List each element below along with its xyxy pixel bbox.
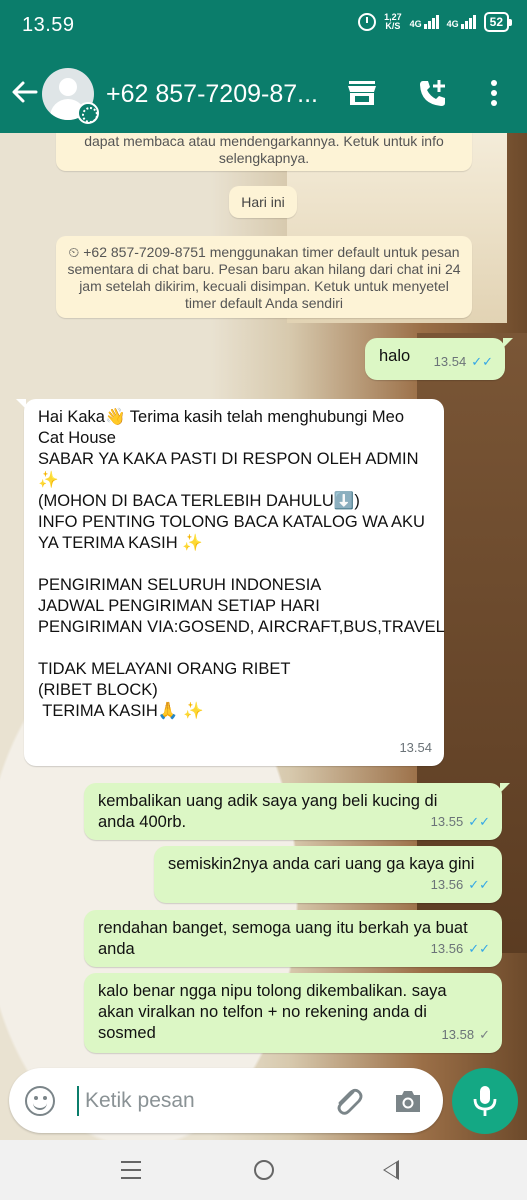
disappearing-timer-icon — [77, 102, 99, 124]
message-text: JADWAL PENGIRIMAN SETIAP HARI — [38, 597, 320, 615]
message-time: 13.56 — [430, 877, 464, 892]
network-speed: 1,27 K/S — [384, 13, 402, 31]
message-text: akan viralkan no telfon + no rekening an… — [98, 1003, 427, 1021]
message-text: kembalikan uang adik saya yang beli kuci… — [98, 792, 438, 810]
double-check-read-icon: ✓✓ — [468, 814, 490, 829]
message-time: 13.54 — [433, 354, 467, 369]
double-check-read-icon: ✓✓ — [468, 941, 490, 956]
message-text: (RIBET BLOCK) — [38, 681, 158, 699]
more-options-icon[interactable] — [490, 80, 498, 108]
message-composer — [9, 1068, 443, 1133]
timer-line: sementara di chat baru. Pesan baru akan … — [67, 261, 461, 277]
encryption-notice[interactable]: dapat membaca atau mendengarkannya. Ketu… — [56, 133, 472, 171]
battery-icon: 52 — [483, 12, 513, 32]
store-icon[interactable] — [347, 80, 377, 106]
message-outgoing[interactable]: kembalikan uang adik saya yang beli kuci… — [84, 783, 510, 840]
message-text: TIDAK MELAYANI ORANG RIBET — [38, 660, 291, 678]
camera-icon[interactable] — [393, 1086, 423, 1116]
message-text — [38, 638, 430, 659]
message-text: TERIMA KASIH🙏 ✨ — [38, 702, 204, 720]
emoji-icon[interactable] — [25, 1086, 55, 1116]
chat-area[interactable]: dapat membaca atau mendengarkannya. Ketu… — [0, 133, 527, 1140]
status-bar: 13.59 1,27 K/S 4G 4G 52 — [0, 0, 527, 52]
message-time: 13.56 — [430, 941, 464, 956]
message-text: Hai Kaka👋 Terima kasih telah menghubungi… — [38, 408, 405, 426]
alarm-icon — [358, 13, 377, 31]
encryption-line: dapat membaca atau mendengarkannya. Ketu… — [84, 133, 444, 149]
timer-line: jam setelah dikirim, kecuali disimpan. K… — [79, 278, 449, 294]
message-text: kalo benar ngga nipu tolong dikembalikan… — [98, 982, 447, 1000]
back-arrow-icon[interactable] — [10, 78, 38, 106]
timer-notice[interactable]: ⏲ +62 857-7209-8751 menggunakan timer de… — [56, 236, 472, 318]
message-text: anda 400rb. — [98, 813, 187, 831]
message-text — [38, 554, 430, 575]
message-outgoing[interactable]: halo 13.54 ✓✓ — [365, 338, 513, 380]
home-icon[interactable] — [254, 1160, 274, 1180]
status-time: 13.59 — [22, 14, 75, 36]
message-text: semiskin2nya anda cari uang ga kaya gini — [168, 855, 475, 873]
message-text: rendahan banget, semoga uang itu berkah … — [98, 919, 468, 937]
message-meta: 13.54 — [399, 737, 432, 758]
message-text: anda — [98, 940, 135, 958]
add-call-icon[interactable] — [417, 78, 449, 108]
network-type-1: 4G — [409, 19, 422, 29]
chat-header: +62 857-7209-87... — [0, 52, 527, 133]
message-meta: 13.54 ✓✓ — [434, 351, 493, 372]
timer-line: ⏲ +62 857-7209-8751 menggunakan timer de… — [68, 244, 460, 260]
message-text: YA TERIMA KASIH ✨ — [38, 534, 203, 552]
message-text: ✨ — [38, 471, 59, 489]
battery-level: 52 — [489, 15, 503, 29]
single-check-sent-icon: ✓ — [479, 1027, 490, 1042]
status-icons: 1,27 K/S 4G 4G 52 — [358, 12, 513, 32]
signal-bars-icon — [460, 15, 476, 29]
microphone-icon — [473, 1086, 497, 1116]
message-text: INFO PENTING TOLONG BACA KATALOG WA AKU — [38, 513, 425, 531]
avatar-head — [59, 78, 77, 96]
double-check-read-icon: ✓✓ — [468, 877, 490, 892]
message-meta: 13.58 ✓ — [442, 1024, 490, 1045]
back-icon[interactable] — [383, 1160, 399, 1180]
message-time: 13.58 — [441, 1027, 475, 1042]
message-time: 13.55 — [430, 814, 464, 829]
message-outgoing[interactable]: rendahan banget, semoga uang itu berkah … — [84, 910, 502, 967]
double-check-read-icon: ✓✓ — [471, 354, 493, 369]
microphone-button[interactable] — [452, 1068, 518, 1134]
message-incoming[interactable]: Hai Kaka👋 Terima kasih telah menghubungi… — [16, 399, 445, 766]
message-text: SABAR YA KAKA PASTI DI RESPON OLEH ADMIN — [38, 450, 419, 468]
paperclip-icon[interactable] — [331, 1084, 365, 1118]
message-meta: 13.56 ✓✓ — [431, 938, 490, 959]
date-chip: Hari ini — [229, 186, 297, 218]
network-speed-unit: K/S — [385, 21, 401, 31]
message-time: 13.54 — [399, 740, 432, 755]
top-bar: 13.59 1,27 K/S 4G 4G 52 +62 857-7209-87.… — [0, 0, 527, 133]
message-outgoing[interactable]: kalo benar ngga nipu tolong dikembalikan… — [84, 973, 502, 1053]
signal-bars-icon — [423, 15, 439, 29]
timer-line: timer default Anda sendiri — [185, 295, 343, 311]
message-outgoing[interactable]: semiskin2nya anda cari uang ga kaya gini… — [154, 846, 502, 903]
message-input[interactable] — [85, 1086, 315, 1116]
message-text: (MOHON DI BACA TERLEBIH DAHULU⬇️) — [38, 492, 360, 510]
contact-name[interactable]: +62 857-7209-87... — [106, 80, 318, 109]
message-text: sosmed — [98, 1024, 156, 1042]
system-nav-bar — [0, 1140, 527, 1200]
encryption-line: selengkapnya. — [218, 150, 310, 166]
network-type-2: 4G — [446, 19, 459, 29]
message-text: PENGIRIMAN VIA:GOSEND, AIRCRAFT,BUS,TRAV… — [38, 618, 445, 636]
text-caret — [77, 1086, 79, 1116]
signal-2: 4G — [447, 15, 476, 29]
message-meta: 13.56 ✓✓ — [431, 874, 490, 895]
message-text: Cat House — [38, 429, 116, 447]
message-meta: 13.55 ✓✓ — [431, 811, 490, 832]
recent-apps-icon[interactable] — [121, 1161, 141, 1179]
signal-1: 4G — [410, 15, 439, 29]
message-text: PENGIRIMAN SELURUH INDONESIA — [38, 576, 322, 594]
